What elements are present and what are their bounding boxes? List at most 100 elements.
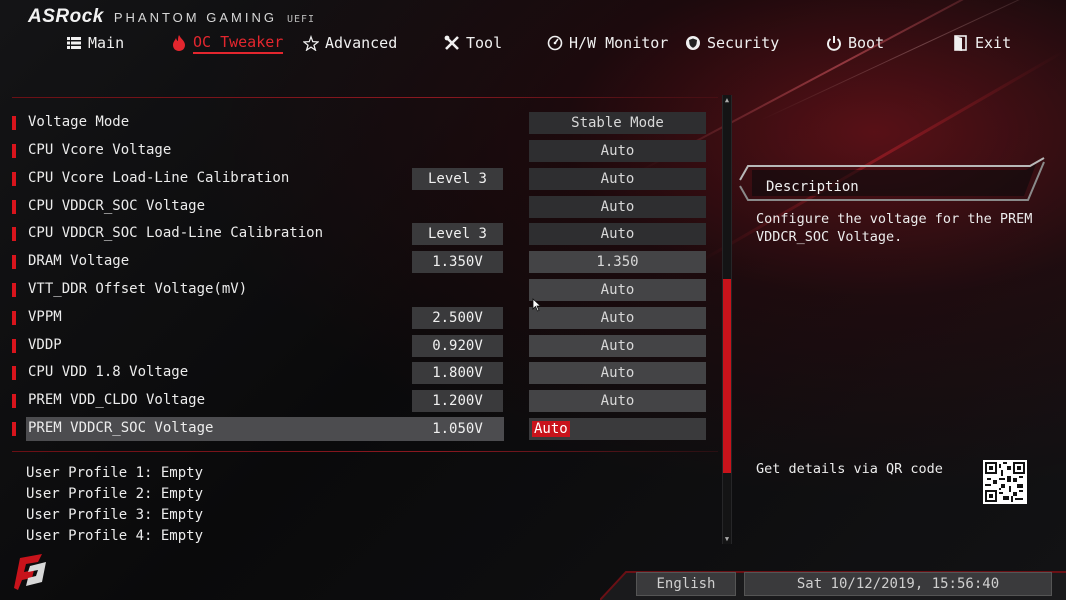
setting-label: VTT_DDR Offset Voltage(mV) <box>28 281 248 297</box>
row-marker <box>12 116 16 130</box>
exit-door-icon <box>953 35 969 51</box>
setting-current-value: 0.920V <box>412 335 503 357</box>
setting-row-prem-vddcr-soc[interactable]: PREM VDDCR_SOC Voltage 1.050V Auto <box>0 417 720 441</box>
setting-value-selected[interactable]: Auto <box>529 418 706 440</box>
tab-security-label: Security <box>707 34 780 52</box>
row-marker <box>12 311 16 325</box>
brand-uefi: UEFI <box>286 14 316 25</box>
setting-label: CPU VDDCR_SOC Load-Line Calibration <box>28 225 324 241</box>
setting-value[interactable]: Auto <box>529 335 706 357</box>
mouse-cursor-icon <box>532 298 542 312</box>
setting-current-value: Level 3 <box>412 168 503 190</box>
setting-value[interactable]: Auto <box>529 279 706 301</box>
setting-row-cpu-vddcr-soc-voltage[interactable]: CPU VDDCR_SOC Voltage Auto <box>0 195 720 219</box>
setting-current-value: 1.800V <box>412 362 503 384</box>
user-profile-2: User Profile 2: Empty <box>26 486 204 502</box>
star-icon <box>303 35 319 51</box>
setting-row-cpu-vcore-voltage[interactable]: CPU Vcore Voltage Auto <box>0 139 720 163</box>
row-marker <box>12 394 16 408</box>
tab-oc-tweaker-label: OC Tweaker <box>193 33 284 54</box>
row-marker <box>12 283 16 297</box>
setting-current-value: Level 3 <box>412 223 503 245</box>
selected-value-text: Auto <box>532 421 570 437</box>
setting-value[interactable]: Auto <box>529 362 706 384</box>
description-text: Configure the voltage for the PREM VDDCR… <box>756 211 1033 245</box>
setting-label: CPU Vcore Load-Line Calibration <box>28 170 290 186</box>
row-marker <box>12 339 16 353</box>
setting-row-vppm[interactable]: VPPM 2.500V Auto <box>0 306 720 330</box>
tab-hw-monitor[interactable]: H/W Monitor <box>547 30 668 56</box>
settings-scrollbar[interactable]: ▲ ▼ <box>722 95 732 544</box>
scroll-thumb[interactable] <box>723 279 731 473</box>
tab-exit[interactable]: Exit <box>953 30 1011 56</box>
setting-label: CPU Vcore Voltage <box>28 142 172 158</box>
setting-row-cpu-vcore-llc[interactable]: CPU Vcore Load-Line Calibration Level 3 … <box>0 167 720 191</box>
language-button[interactable]: English <box>636 572 736 596</box>
qr-label: Get details via QR code <box>756 461 943 477</box>
description-title: Description <box>766 179 859 195</box>
scroll-up-arrow-icon[interactable]: ▲ <box>723 96 731 104</box>
shield-icon <box>685 35 701 51</box>
list-divider <box>12 451 718 452</box>
setting-value[interactable]: Auto <box>529 307 706 329</box>
setting-value[interactable]: Auto <box>529 140 706 162</box>
row-marker <box>12 422 16 436</box>
tab-main-label: Main <box>88 34 125 52</box>
setting-row-cpu-vddcr-soc-llc[interactable]: CPU VDDCR_SOC Load-Line Calibration Leve… <box>0 222 720 246</box>
list-icon <box>66 35 82 51</box>
tools-icon <box>444 35 460 51</box>
setting-label: Voltage Mode <box>28 114 130 130</box>
tab-exit-label: Exit <box>975 34 1012 52</box>
brand-subtitle: PHANTOM GAMING <box>113 10 277 25</box>
setting-value[interactable]: Auto <box>529 168 706 190</box>
setting-label: VPPM <box>28 309 62 325</box>
background-streak <box>759 0 1066 121</box>
tab-advanced[interactable]: Advanced <box>303 30 397 56</box>
tab-tool[interactable]: Tool <box>444 30 502 56</box>
tab-boot-label: Boot <box>848 34 885 52</box>
setting-row-dram-voltage[interactable]: DRAM Voltage 1.350V 1.350 <box>0 250 720 274</box>
power-icon <box>826 35 842 51</box>
main-nav: Main OC Tweaker Advanced Tool H/W Monito… <box>0 30 1066 56</box>
row-marker <box>12 200 16 214</box>
setting-label: PREM VDDCR_SOC Voltage <box>28 420 214 436</box>
header-divider <box>12 97 718 98</box>
setting-value[interactable]: Auto <box>529 196 706 218</box>
tab-security[interactable]: Security <box>685 30 779 56</box>
setting-row-cpu-vdd-18[interactable]: CPU VDD 1.8 Voltage 1.800V Auto <box>0 361 720 385</box>
setting-label: PREM VDD_CLDO Voltage <box>28 392 206 408</box>
qr-code <box>983 460 1027 504</box>
tab-boot[interactable]: Boot <box>826 30 884 56</box>
setting-row-prem-vdd-cldo[interactable]: PREM VDD_CLDO Voltage 1.200V Auto <box>0 389 720 413</box>
brand-logo: ASRock PHANTOM GAMING UEFI <box>28 6 315 28</box>
setting-label: VDDP <box>28 337 62 353</box>
user-profile-4: User Profile 4: Empty <box>26 528 204 544</box>
setting-value[interactable]: Auto <box>529 390 706 412</box>
row-marker <box>12 227 16 241</box>
row-marker <box>12 366 16 380</box>
datetime-display: Sat 10/12/2019, 15:56:40 <box>744 572 1052 596</box>
tab-tool-label: Tool <box>466 34 503 52</box>
setting-row-vtt-ddr-offset[interactable]: VTT_DDR Offset Voltage(mV) Auto <box>0 278 720 302</box>
tab-oc-tweaker[interactable]: OC Tweaker <box>171 30 284 56</box>
setting-label: CPU VDDCR_SOC Voltage <box>28 198 206 214</box>
row-marker <box>12 144 16 158</box>
setting-current-value: 2.500V <box>412 307 503 329</box>
tab-advanced-label: Advanced <box>325 34 398 52</box>
flame-icon <box>171 35 187 51</box>
row-marker <box>12 255 16 269</box>
setting-current-value: 1.200V <box>412 390 503 412</box>
row-marker <box>12 172 16 186</box>
user-profiles: User Profile 1: Empty User Profile 2: Em… <box>26 463 203 547</box>
setting-row-voltage-mode[interactable]: Voltage Mode Stable Mode <box>0 111 720 135</box>
setting-value[interactable]: Auto <box>529 223 706 245</box>
setting-value[interactable]: Stable Mode <box>529 112 706 134</box>
setting-label: CPU VDD 1.8 Voltage <box>28 364 189 380</box>
tab-main[interactable]: Main <box>66 30 124 56</box>
scroll-down-arrow-icon[interactable]: ▼ <box>723 535 731 543</box>
setting-value[interactable]: 1.350 <box>529 251 706 273</box>
setting-row-vddp[interactable]: VDDP 0.920V Auto <box>0 334 720 358</box>
monitor-gauge-icon <box>547 35 563 51</box>
phantom-gaming-logo-icon <box>14 554 46 590</box>
user-profile-3: User Profile 3: Empty <box>26 507 204 523</box>
